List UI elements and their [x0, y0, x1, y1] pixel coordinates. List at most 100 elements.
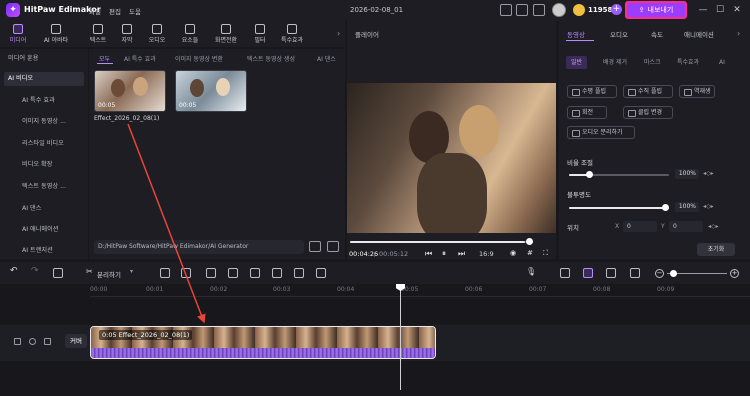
fit-icon[interactable] [630, 268, 640, 278]
chevron-right-icon[interactable]: › [737, 29, 740, 38]
tool-media[interactable]: 미디어 [4, 21, 32, 47]
tab-speed[interactable]: 속도 [651, 29, 663, 39]
user-avatar[interactable] [552, 3, 566, 17]
sidebar-item-ai-dance[interactable]: AI 댄스 [8, 202, 88, 216]
split-button[interactable]: 분리하기 [97, 269, 121, 279]
menu-file[interactable]: 파일 [89, 6, 101, 16]
track-lock-icon[interactable] [14, 338, 21, 345]
tool-audio[interactable]: 오디오 [143, 21, 171, 47]
media-tab-text-to-video[interactable]: 텍스트 동영상 생성 [247, 54, 295, 63]
subtab-ai[interactable]: AI [714, 56, 730, 69]
sidebar-item-ai-video[interactable]: AI 비디오 [4, 72, 84, 86]
keyframe-icon[interactable]: ◂◇▸ [708, 223, 719, 230]
flip-horizontal-button[interactable]: 수평 플립 [567, 85, 617, 98]
marker-icon[interactable] [160, 268, 170, 278]
tool-ai-avatar[interactable]: AI 아바타 [42, 21, 70, 47]
maximize-button[interactable]: ☐ [714, 4, 726, 16]
sidebar-item-video-extend[interactable]: 비디오 확장 [8, 158, 88, 172]
zoom-out-icon[interactable]: − [655, 269, 664, 278]
reset-button[interactable]: 초기화 [697, 243, 735, 256]
video-preview[interactable] [347, 83, 556, 233]
folder-icon[interactable] [309, 241, 321, 252]
media-tab-all[interactable]: 모두 [99, 54, 110, 63]
minimize-button[interactable]: — [697, 4, 709, 16]
track-visibility-icon[interactable] [29, 338, 36, 345]
progress-handle[interactable] [526, 238, 533, 245]
zoom-in-icon[interactable]: + [730, 269, 739, 278]
microphone-icon[interactable]: 🎙 [526, 267, 536, 276]
subtab-general[interactable]: 일반 [566, 56, 588, 69]
sidebar-item-ai-animation[interactable]: AI 애니메이션 [8, 223, 88, 237]
subtab-mask[interactable]: 마스크 [639, 56, 666, 69]
mirror-icon[interactable] [294, 268, 304, 278]
scissors-icon[interactable]: ✂ [86, 267, 93, 276]
buy-credits-button[interactable]: + [611, 4, 622, 15]
export-button[interactable]: ⇪ 내보내기 [625, 1, 687, 19]
transform-icon[interactable] [250, 268, 260, 278]
rotate-button[interactable]: 회전 [567, 106, 607, 119]
pause-icon[interactable]: ⏸ [442, 249, 446, 259]
subtab-effects[interactable]: 특수효과 [672, 56, 704, 69]
zoom-slider-handle[interactable] [670, 270, 677, 277]
calendar-icon[interactable] [533, 4, 545, 16]
detach-audio-button[interactable]: 오디오 분리하기 [567, 126, 635, 139]
subtab-remove-bg[interactable]: 배경 제거 [598, 56, 632, 69]
snap-icon[interactable] [606, 268, 616, 278]
link-icon[interactable] [560, 268, 570, 278]
tab-animation[interactable]: 애니메이션 [684, 29, 714, 39]
speed-icon[interactable] [228, 268, 238, 278]
grid-icon[interactable]: # [527, 249, 533, 257]
track-audio-icon[interactable] [44, 338, 51, 345]
opacity-slider-track[interactable] [569, 207, 669, 209]
playhead[interactable] [400, 287, 401, 390]
close-button[interactable]: ✕ [731, 4, 743, 16]
effect-icon[interactable] [316, 268, 326, 278]
media-thumbnail[interactable]: 00:05 [94, 70, 166, 112]
undo-icon[interactable]: ↶ [10, 266, 20, 276]
keyframe-icon[interactable]: ◂◇▸ [703, 203, 714, 210]
pos-x-input[interactable]: 0 [623, 221, 657, 232]
flip-vertical-button[interactable]: 수직 플립 [623, 85, 673, 98]
monitor-icon[interactable] [500, 4, 512, 16]
media-tab-ai-effects[interactable]: AI 특수 효과 [124, 54, 156, 63]
media-thumbnail[interactable]: 00:05 [175, 70, 247, 112]
delete-icon[interactable] [53, 268, 63, 278]
aspect-ratio-select[interactable]: 16:9 [479, 250, 494, 258]
tab-audio[interactable]: 오디오 [610, 29, 628, 39]
tool-elements[interactable]: 요소들 [176, 21, 204, 47]
tool-effects[interactable]: 특수효과 [278, 21, 306, 47]
pos-y-input[interactable]: 0 [669, 221, 703, 232]
tool-subtitle[interactable]: 자막 [113, 21, 141, 47]
redo-icon[interactable]: ↷ [31, 266, 41, 276]
replace-clip-button[interactable]: 클립 변경 [623, 106, 673, 119]
menu-edit[interactable]: 편집 [109, 6, 121, 16]
tool-filter[interactable]: 필터 [246, 21, 274, 47]
output-path[interactable]: D:/HitPaw Software/HitPaw Edimakor/AI Ge… [94, 240, 304, 254]
tool-transition[interactable]: 화면전환 [212, 21, 240, 47]
tab-video[interactable]: 동영상 [567, 29, 585, 39]
crop-icon[interactable] [181, 268, 191, 278]
sidebar-item-ai-transition[interactable]: AI 트랜지션 [8, 244, 88, 258]
cover-button[interactable]: 커버 [65, 334, 87, 348]
media-tab-image-to-video[interactable]: 이미지 동영상 변환 [175, 54, 223, 63]
sidebar-item-media[interactable]: 미디어 훈용 [4, 52, 84, 66]
sidebar-item-ai-effects[interactable]: AI 특수 효과 [8, 94, 88, 108]
opacity-value[interactable]: 100% [675, 202, 699, 212]
keyframe-icon[interactable]: ◂◇▸ [703, 170, 714, 177]
chevron-right-icon[interactable]: › [337, 29, 340, 38]
camera-icon[interactable]: ◉ [510, 249, 516, 257]
fullscreen-icon[interactable]: ⛶ [543, 249, 548, 258]
prev-frame-icon[interactable]: ⏮ [425, 249, 432, 259]
menu-help[interactable]: 도움 [129, 6, 141, 16]
tool-text[interactable]: 텍스트 [84, 21, 112, 47]
sidebar-item-restyle-video[interactable]: 리스타일 비디오 [8, 137, 88, 151]
opacity-slider-handle[interactable] [662, 204, 669, 211]
next-frame-icon[interactable]: ⏭ [458, 249, 465, 259]
media-tab-ai-dance[interactable]: AI 댄스 [317, 54, 336, 63]
scale-slider-handle[interactable] [586, 171, 593, 178]
sidebar-item-text-to-video[interactable]: 텍스트 동영상 ... [8, 180, 88, 194]
reverse-button[interactable]: 역재생 [679, 85, 715, 98]
sidebar-item-image-to-video[interactable]: 이미지 동영상 ... [8, 115, 88, 129]
copy-icon[interactable] [327, 241, 339, 252]
chat-icon[interactable] [516, 4, 528, 16]
